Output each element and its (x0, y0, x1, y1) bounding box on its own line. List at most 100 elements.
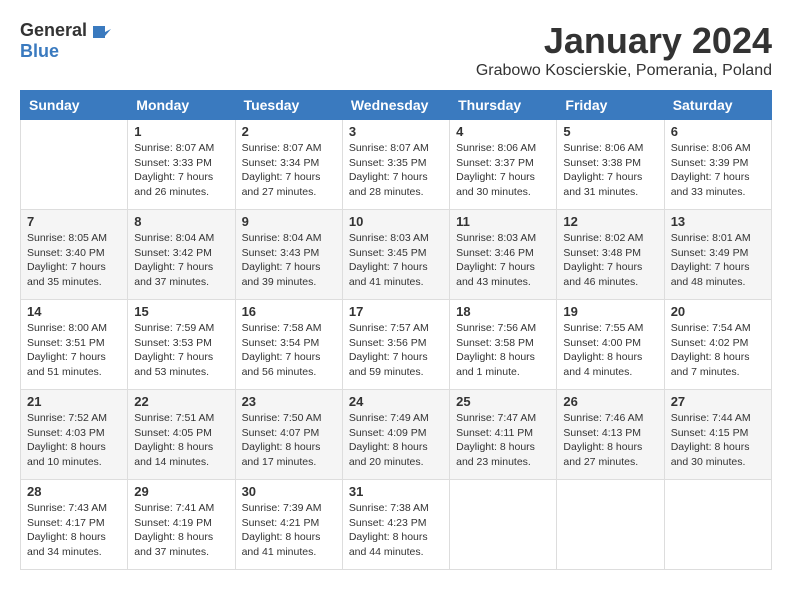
day-info: Sunrise: 7:49 AMSunset: 4:09 PMDaylight:… (349, 411, 443, 470)
table-row: 22 Sunrise: 7:51 AMSunset: 4:05 PMDayligh… (128, 390, 235, 480)
day-number: 22 (134, 394, 228, 409)
day-number: 5 (563, 124, 657, 139)
day-info: Sunrise: 7:59 AMSunset: 3:53 PMDaylight:… (134, 321, 228, 380)
day-info: Sunrise: 8:03 AMSunset: 3:45 PMDaylight:… (349, 231, 443, 290)
day-number: 21 (27, 394, 121, 409)
table-row: 1 Sunrise: 8:07 AMSunset: 3:33 PMDaylight… (128, 120, 235, 210)
day-number: 14 (27, 304, 121, 319)
day-info: Sunrise: 8:02 AMSunset: 3:48 PMDaylight:… (563, 231, 657, 290)
table-row: 17Sunrise: 7:57 AMSunset: 3:56 PMDayligh… (342, 300, 449, 390)
table-row (450, 480, 557, 570)
calendar-week-row: 21Sunrise: 7:52 AMSunset: 4:03 PMDayligh… (21, 390, 772, 480)
day-number: 26 (563, 394, 657, 409)
day-number: 19 (563, 304, 657, 319)
table-row: 18 Sunrise: 7:56 AMSunset: 3:58 PMDayligh… (450, 300, 557, 390)
day-info: Sunrise: 8:04 AMSunset: 3:43 PMDaylight:… (242, 231, 336, 290)
day-number: 28 (27, 484, 121, 499)
header-wednesday: Wednesday (342, 91, 449, 120)
day-number: 18 (456, 304, 550, 319)
table-row: 10 Sunrise: 8:03 AMSunset: 3:45 PMDayligh… (342, 210, 449, 300)
header-sunday: Sunday (21, 91, 128, 120)
day-number: 7 (27, 214, 121, 229)
logo-blue-text: Blue (20, 41, 59, 62)
table-row (664, 480, 771, 570)
table-row (557, 480, 664, 570)
header-monday: Monday (128, 91, 235, 120)
day-number: 31 (349, 484, 443, 499)
day-info: Sunrise: 7:38 AMSunset: 4:23 PMDaylight:… (349, 501, 443, 560)
table-row: 21Sunrise: 7:52 AMSunset: 4:03 PMDayligh… (21, 390, 128, 480)
day-info: Sunrise: 7:58 AMSunset: 3:54 PMDaylight:… (242, 321, 336, 380)
day-info: Sunrise: 7:44 AMSunset: 4:15 PMDaylight:… (671, 411, 765, 470)
day-info: Sunrise: 8:06 AMSunset: 3:37 PMDaylight:… (456, 141, 550, 200)
header: General Blue January 2024 Grabowo Koscie… (20, 20, 772, 80)
day-number: 8 (134, 214, 228, 229)
calendar-header-row: Sunday Monday Tuesday Wednesday Thursday… (21, 91, 772, 120)
table-row: 4 Sunrise: 8:06 AMSunset: 3:37 PMDaylight… (450, 120, 557, 210)
day-info: Sunrise: 8:07 AMSunset: 3:33 PMDaylight:… (134, 141, 228, 200)
day-number: 23 (242, 394, 336, 409)
table-row: 16Sunrise: 7:58 AMSunset: 3:54 PMDayligh… (235, 300, 342, 390)
day-number: 29 (134, 484, 228, 499)
table-row: 20 Sunrise: 7:54 AMSunset: 4:02 PMDayligh… (664, 300, 771, 390)
day-number: 3 (349, 124, 443, 139)
table-row: 11 Sunrise: 8:03 AMSunset: 3:46 PMDayligh… (450, 210, 557, 300)
header-tuesday: Tuesday (235, 91, 342, 120)
logo-general-text: General (20, 20, 87, 41)
day-info: Sunrise: 7:43 AMSunset: 4:17 PMDaylight:… (27, 501, 121, 560)
table-row: 31 Sunrise: 7:38 AMSunset: 4:23 PMDayligh… (342, 480, 449, 570)
table-row: 9 Sunrise: 8:04 AMSunset: 3:43 PMDaylight… (235, 210, 342, 300)
table-row: 5 Sunrise: 8:06 AMSunset: 3:38 PMDaylight… (557, 120, 664, 210)
table-row: 2Sunrise: 8:07 AMSunset: 3:34 PMDaylight… (235, 120, 342, 210)
day-info: Sunrise: 8:07 AMSunset: 3:35 PMDaylight:… (349, 141, 443, 200)
day-info: Sunrise: 8:06 AMSunset: 3:39 PMDaylight:… (671, 141, 765, 200)
day-info: Sunrise: 8:03 AMSunset: 3:46 PMDaylight:… (456, 231, 550, 290)
table-row: 13Sunrise: 8:01 AMSunset: 3:49 PMDayligh… (664, 210, 771, 300)
calendar-week-row: 1 Sunrise: 8:07 AMSunset: 3:33 PMDaylight… (21, 120, 772, 210)
day-info: Sunrise: 8:06 AMSunset: 3:38 PMDaylight:… (563, 141, 657, 200)
table-row: 6Sunrise: 8:06 AMSunset: 3:39 PMDaylight… (664, 120, 771, 210)
table-row: 15 Sunrise: 7:59 AMSunset: 3:53 PMDayligh… (128, 300, 235, 390)
day-number: 12 (563, 214, 657, 229)
table-row: 8Sunrise: 8:04 AMSunset: 3:42 PMDaylight… (128, 210, 235, 300)
calendar-week-row: 28 Sunrise: 7:43 AMSunset: 4:17 PMDayligh… (21, 480, 772, 570)
location-title: Grabowo Koscierskie, Pomerania, Poland (476, 62, 772, 80)
day-info: Sunrise: 7:41 AMSunset: 4:19 PMDaylight:… (134, 501, 228, 560)
day-number: 11 (456, 214, 550, 229)
day-info: Sunrise: 8:05 AMSunset: 3:40 PMDaylight:… (27, 231, 121, 290)
header-saturday: Saturday (664, 91, 771, 120)
table-row: 24 Sunrise: 7:49 AMSunset: 4:09 PMDayligh… (342, 390, 449, 480)
day-number: 13 (671, 214, 765, 229)
day-number: 2 (242, 124, 336, 139)
day-number: 4 (456, 124, 550, 139)
day-number: 20 (671, 304, 765, 319)
table-row: 7 Sunrise: 8:05 AMSunset: 3:40 PMDaylight… (21, 210, 128, 300)
day-info: Sunrise: 7:54 AMSunset: 4:02 PMDaylight:… (671, 321, 765, 380)
table-row: 19Sunrise: 7:55 AMSunset: 4:00 PMDayligh… (557, 300, 664, 390)
day-info: Sunrise: 7:51 AMSunset: 4:05 PMDaylight:… (134, 411, 228, 470)
table-row: 28 Sunrise: 7:43 AMSunset: 4:17 PMDayligh… (21, 480, 128, 570)
table-row: 25Sunrise: 7:47 AMSunset: 4:11 PMDayligh… (450, 390, 557, 480)
day-number: 1 (134, 124, 228, 139)
day-number: 9 (242, 214, 336, 229)
day-number: 15 (134, 304, 228, 319)
day-info: Sunrise: 7:57 AMSunset: 3:56 PMDaylight:… (349, 321, 443, 380)
month-title: January 2024 (476, 20, 772, 62)
header-thursday: Thursday (450, 91, 557, 120)
title-section: January 2024 Grabowo Koscierskie, Pomera… (476, 20, 772, 80)
table-row: 29 Sunrise: 7:41 AMSunset: 4:19 PMDayligh… (128, 480, 235, 570)
table-row: 27Sunrise: 7:44 AMSunset: 4:15 PMDayligh… (664, 390, 771, 480)
calendar-week-row: 7 Sunrise: 8:05 AMSunset: 3:40 PMDaylight… (21, 210, 772, 300)
day-number: 24 (349, 394, 443, 409)
table-row: 23Sunrise: 7:50 AMSunset: 4:07 PMDayligh… (235, 390, 342, 480)
calendar-table: Sunday Monday Tuesday Wednesday Thursday… (20, 90, 772, 570)
day-number: 10 (349, 214, 443, 229)
calendar-week-row: 14 Sunrise: 8:00 AMSunset: 3:51 PMDayligh… (21, 300, 772, 390)
day-info: Sunrise: 8:00 AMSunset: 3:51 PMDaylight:… (27, 321, 121, 380)
day-info: Sunrise: 7:47 AMSunset: 4:11 PMDaylight:… (456, 411, 550, 470)
header-friday: Friday (557, 91, 664, 120)
day-info: Sunrise: 7:46 AMSunset: 4:13 PMDaylight:… (563, 411, 657, 470)
table-row: 14 Sunrise: 8:00 AMSunset: 3:51 PMDayligh… (21, 300, 128, 390)
logo-icon (91, 22, 111, 42)
day-info: Sunrise: 7:56 AMSunset: 3:58 PMDaylight:… (456, 321, 550, 380)
